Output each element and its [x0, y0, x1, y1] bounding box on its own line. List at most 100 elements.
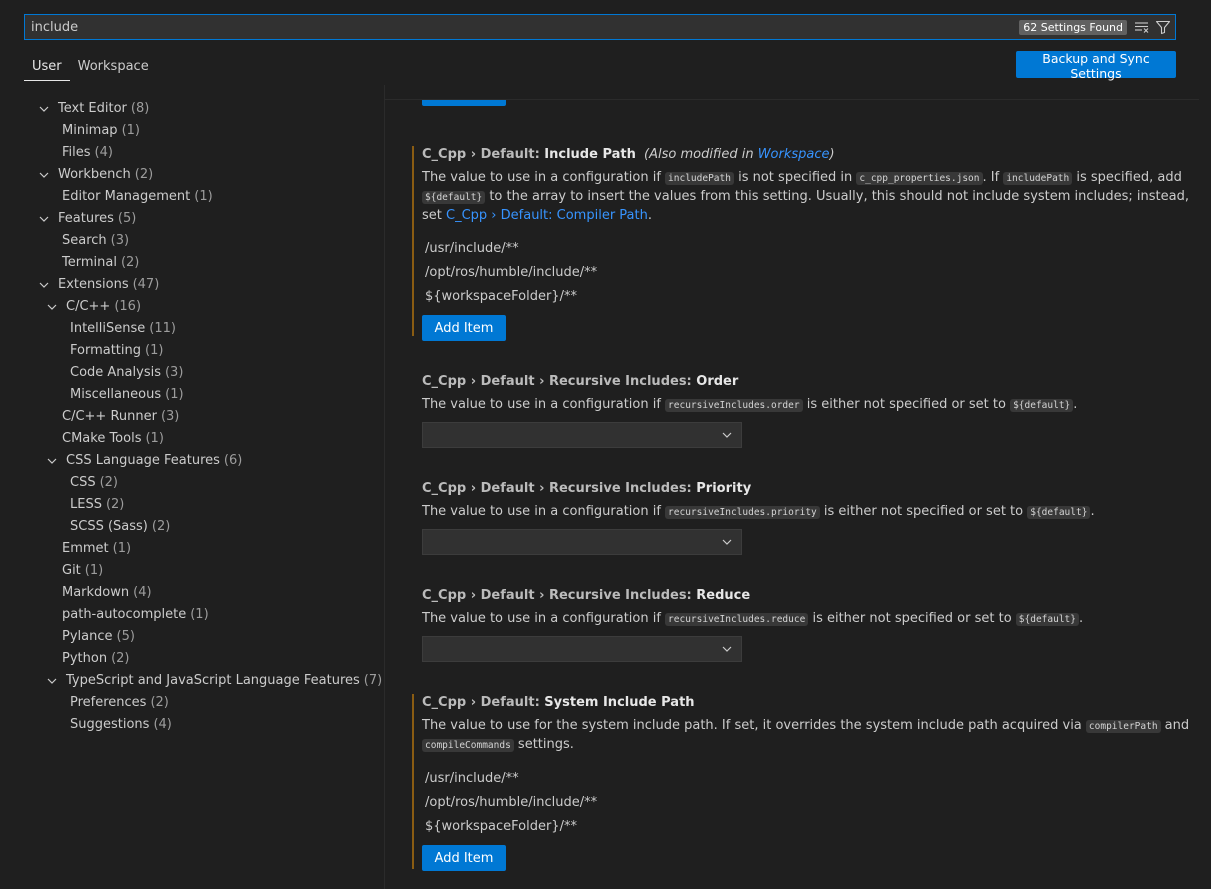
setting-description: The value to use in a configuration if r… [422, 611, 1084, 626]
setting-description: The value to use in a configuration if i… [422, 170, 1190, 223]
toc-label: Text Editor [58, 101, 127, 116]
tab-workspace[interactable]: Workspace [70, 56, 157, 81]
tab-user[interactable]: User [24, 56, 70, 81]
toc-label: SCSS (Sass) [70, 519, 148, 534]
toc-item-text-editor[interactable]: Text Editor (8) [24, 98, 384, 120]
toc-item-cmake-tools[interactable]: CMake Tools (1) [24, 428, 384, 450]
setting-system-include-path: C_Cpp › Default: System Include Path The… [412, 694, 1192, 871]
settings-scope-tabs: User Workspace [24, 56, 157, 81]
toc-item-emmet[interactable]: Emmet (1) [24, 538, 384, 560]
setting-category: C_Cpp › Default › Recursive Includes: [422, 481, 697, 496]
setting-title: C_Cpp › Default: System Include Path [422, 694, 1192, 712]
filter-icon[interactable] [1154, 18, 1172, 36]
toc-count: (3) [164, 365, 184, 380]
toc-count: (3) [160, 409, 180, 424]
toc-item-terminal[interactable]: Terminal (2) [24, 252, 384, 274]
toc-item-scss[interactable]: SCSS (Sass) (2) [24, 516, 384, 538]
toc-count: (1) [145, 343, 164, 358]
setting-title: C_Cpp › Default › Recursive Includes: Re… [422, 587, 1192, 605]
toc-label: CSS Language Features [66, 453, 220, 468]
toc-label: Extensions [58, 277, 129, 292]
toc-item-editor-management[interactable]: Editor Management (1) [24, 186, 384, 208]
toc-item-extensions[interactable]: Extensions (47) [24, 274, 384, 296]
list-item[interactable]: /opt/ros/humble/include/** [422, 791, 1192, 815]
toc-item-files[interactable]: Files (4) [24, 142, 384, 164]
chevron-down-icon [721, 429, 733, 445]
toc-item-c-cpp-runner[interactable]: C/C++ Runner (3) [24, 406, 384, 428]
toc-item-search[interactable]: Search (3) [24, 230, 384, 252]
toc-label: Markdown [62, 585, 130, 600]
settings-search-bar[interactable]: 62 Settings Found [24, 14, 1176, 40]
toc-item-git[interactable]: Git (1) [24, 560, 384, 582]
toc-item-workbench[interactable]: Workbench (2) [24, 164, 384, 186]
backup-and-sync-button[interactable]: Backup and Sync Settings [1016, 51, 1176, 81]
toc-count: (1) [190, 607, 209, 622]
settings-found-badge: 62 Settings Found [1019, 19, 1127, 35]
setting-category: C_Cpp › Default › Recursive Includes: [422, 374, 697, 389]
toc-label: Workbench [58, 167, 131, 182]
add-item-button[interactable]: Add Item [422, 315, 506, 341]
order-select[interactable] [422, 422, 742, 448]
toc-count: (8) [130, 101, 150, 116]
compiler-path-link[interactable]: C_Cpp › Default: Compiler Path [446, 208, 648, 223]
toc-item-suggestions[interactable]: Suggestions (4) [24, 714, 384, 736]
toc-label: C/C++ [66, 299, 111, 314]
toc-count: (5) [117, 211, 137, 226]
toc-item-pylance[interactable]: Pylance (5) [24, 626, 384, 648]
toc-item-code-analysis[interactable]: Code Analysis (3) [24, 362, 384, 384]
previous-add-item-button[interactable] [422, 100, 506, 106]
settings-search-input[interactable] [25, 15, 1020, 39]
toc-item-markdown[interactable]: Markdown (4) [24, 582, 384, 604]
toc-label: Git [62, 563, 81, 578]
clear-filter-icon[interactable] [1133, 18, 1151, 36]
toc-count: (1) [112, 541, 132, 556]
toc-count: (2) [105, 497, 125, 512]
list-item[interactable]: /opt/ros/humble/include/** [422, 261, 1192, 285]
toc-item-minimap[interactable]: Minimap (1) [24, 120, 384, 142]
priority-select[interactable] [422, 529, 742, 555]
toc-item-miscellaneous[interactable]: Miscellaneous (1) [24, 384, 384, 406]
setting-title: C_Cpp › Default › Recursive Includes: Or… [422, 373, 1192, 391]
add-item-button[interactable]: Add Item [422, 845, 506, 871]
toc-label: IntelliSense [70, 321, 146, 336]
toc-label: Terminal [62, 255, 117, 270]
toc-item-path-autocomplete[interactable]: path-autocomplete (1) [24, 604, 384, 626]
toc-item-c-cpp[interactable]: C/C++ (16) [24, 296, 384, 318]
list-item[interactable]: ${workspaceFolder}/** [422, 815, 1192, 839]
toc-item-less[interactable]: LESS (2) [24, 494, 384, 516]
reduce-select[interactable] [422, 636, 742, 662]
setting-recursive-includes-order: C_Cpp › Default › Recursive Includes: Or… [412, 373, 1192, 448]
toc-label: Minimap [62, 123, 118, 138]
setting-description: The value to use in a configuration if r… [422, 504, 1095, 519]
toc-label: Suggestions [70, 717, 150, 732]
toc-item-preferences[interactable]: Preferences (2) [24, 692, 384, 714]
list-item[interactable]: /usr/include/** [422, 767, 1192, 791]
setting-description: The value to use for the system include … [422, 718, 1190, 752]
setting-title: C_Cpp › Default › Recursive Includes: Pr… [422, 480, 1192, 498]
toc-sash[interactable] [384, 85, 385, 889]
toc-item-typescript-javascript[interactable]: TypeScript and JavaScript Language Featu… [24, 670, 384, 692]
toc-item-intellisense[interactable]: IntelliSense (11) [24, 318, 384, 340]
toc-item-css[interactable]: CSS (2) [24, 472, 384, 494]
toc-label: Preferences [70, 695, 147, 710]
toc-count: (1) [194, 189, 213, 204]
toc-count: (2) [99, 475, 119, 490]
setting-category: C_Cpp › Default › Recursive Includes: [422, 588, 697, 603]
workspace-link[interactable]: Workspace [758, 147, 830, 162]
chevron-down-icon [36, 279, 52, 291]
toc-label: Python [62, 651, 108, 666]
toc-item-python[interactable]: Python (2) [24, 648, 384, 670]
toc-count: (1) [145, 431, 164, 446]
toc-count: (1) [165, 387, 184, 402]
toc-item-formatting[interactable]: Formatting (1) [24, 340, 384, 362]
toc-item-features[interactable]: Features (5) [24, 208, 384, 230]
setting-recursive-includes-reduce: C_Cpp › Default › Recursive Includes: Re… [412, 587, 1192, 662]
setting-key: Include Path [544, 147, 636, 162]
list-item[interactable]: /usr/include/** [422, 237, 1192, 261]
chevron-down-icon [721, 643, 733, 659]
toc-item-css-language-features[interactable]: CSS Language Features (6) [24, 450, 384, 472]
list-item[interactable]: ${workspaceFolder}/** [422, 285, 1192, 309]
include-path-list: /usr/include/** /opt/ros/humble/include/… [422, 237, 1192, 309]
chevron-down-icon [36, 103, 52, 115]
toc-count: (4) [133, 585, 152, 600]
